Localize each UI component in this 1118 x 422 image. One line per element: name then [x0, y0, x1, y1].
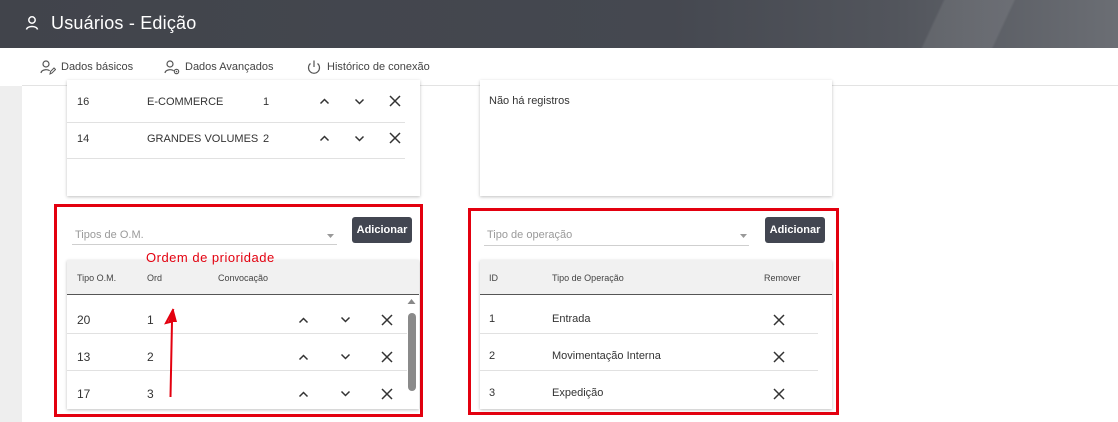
chevron-down-icon[interactable] [340, 353, 351, 361]
table-header: Tipo O.M. Ord Convocação [67, 260, 419, 294]
row-tipo: Movimentação Interna [552, 350, 661, 362]
caret-down-icon[interactable] [327, 234, 334, 238]
tab-label: Dados Avançados [185, 61, 274, 73]
remove-icon[interactable] [773, 314, 785, 326]
row-ord: 2 [147, 350, 154, 364]
tab-label: Dados básicos [61, 61, 134, 73]
scrollbar-thumb[interactable] [408, 313, 416, 391]
close-icon[interactable] [381, 388, 393, 400]
tipos-om-select[interactable]: Tipos de O.M. [75, 229, 144, 241]
header-divider [67, 294, 419, 295]
row-id: 1 [489, 313, 496, 325]
chevron-up-icon[interactable] [319, 134, 330, 142]
scroll-up-arrow-icon[interactable] [407, 298, 416, 305]
tipos-om-summary-card: 16 E-COMMERCE 1 14 GRANDES VOLUMES 2 [67, 80, 420, 196]
row-tipo: 20 [77, 313, 91, 327]
row-ord: 3 [147, 387, 154, 401]
select-underline [484, 245, 749, 246]
row-name: GRANDES VOLUMES [147, 133, 259, 145]
row-divider [67, 370, 407, 371]
header-decoration [858, 0, 1118, 48]
user-icon [25, 16, 39, 30]
user-settings-icon [164, 60, 180, 75]
tipo-operacao-select[interactable]: Tipo de operação [487, 229, 572, 241]
add-tipo-operacao-button[interactable]: Adicionar [765, 217, 825, 243]
row-id: 14 [77, 133, 90, 145]
row-id: 3 [489, 387, 496, 399]
remove-icon[interactable] [773, 388, 785, 400]
tab-label: Histórico de conexão [327, 61, 430, 73]
row-id: 16 [77, 96, 90, 108]
operacoes-summary-card: Não há registros [480, 80, 832, 196]
caret-down-icon[interactable] [740, 234, 747, 238]
chevron-up-icon[interactable] [319, 97, 330, 105]
close-icon[interactable] [381, 314, 393, 326]
chevron-down-icon[interactable] [354, 135, 365, 143]
table-row: 3 Expedição [480, 375, 820, 412]
left-gutter [0, 86, 22, 422]
table-header: ID Tipo de Operação Remover [480, 260, 832, 294]
table-row: 14 GRANDES VOLUMES 2 [67, 121, 420, 158]
row-id: 2 [489, 350, 496, 362]
row-tipo: 17 [77, 387, 91, 401]
row-ord: 2 [263, 133, 270, 145]
chevron-down-icon[interactable] [354, 98, 365, 106]
row-ord: 1 [263, 96, 270, 108]
chevron-up-icon[interactable] [298, 353, 309, 361]
close-icon[interactable] [389, 95, 401, 107]
header-divider [480, 294, 832, 295]
page-title: Usuários - Edição [51, 13, 197, 33]
table-row: 17 3 [67, 375, 407, 412]
remove-icon[interactable] [773, 351, 785, 363]
add-tipo-om-button[interactable]: Adicionar [352, 217, 412, 243]
chevron-up-icon[interactable] [298, 390, 309, 398]
row-divider [480, 370, 818, 371]
column-header: Remover [764, 273, 801, 283]
chevron-down-icon[interactable] [340, 390, 351, 398]
row-tipo: Expedição [552, 387, 604, 399]
row-tipo: Entrada [552, 313, 591, 325]
user-edit-icon [40, 60, 56, 75]
table-row: 16 E-COMMERCE 1 [67, 84, 420, 121]
close-icon[interactable] [389, 132, 401, 144]
chevron-down-icon[interactable] [340, 316, 351, 324]
empty-state-text: Não há registros [489, 95, 570, 107]
row-divider [67, 158, 405, 159]
annotation-arrow-icon [164, 308, 177, 398]
close-icon[interactable] [381, 351, 393, 363]
row-divider [480, 333, 818, 334]
column-header: Tipo de Operação [552, 273, 624, 283]
tipos-om-table: Tipo O.M. Ord Convocação 20 1 13 2 17 3 [67, 260, 419, 409]
row-tipo: 13 [77, 350, 91, 364]
row-ord: 1 [147, 313, 154, 327]
app-header: Usuários - Edição [0, 0, 1118, 48]
select-underline [72, 244, 337, 245]
chevron-up-icon[interactable] [298, 316, 309, 324]
column-header: ID [489, 273, 498, 283]
column-header: Ord [147, 273, 163, 283]
column-header: Convocação [218, 273, 269, 283]
column-header: Tipo O.M. [77, 273, 117, 283]
priority-annotation: Ordem de prioridade [146, 250, 275, 265]
row-name: E-COMMERCE [147, 96, 224, 108]
power-icon [307, 60, 321, 74]
row-divider [67, 333, 407, 334]
tipo-operacao-table: ID Tipo de Operação Remover 1 Entrada 2 … [480, 260, 832, 409]
